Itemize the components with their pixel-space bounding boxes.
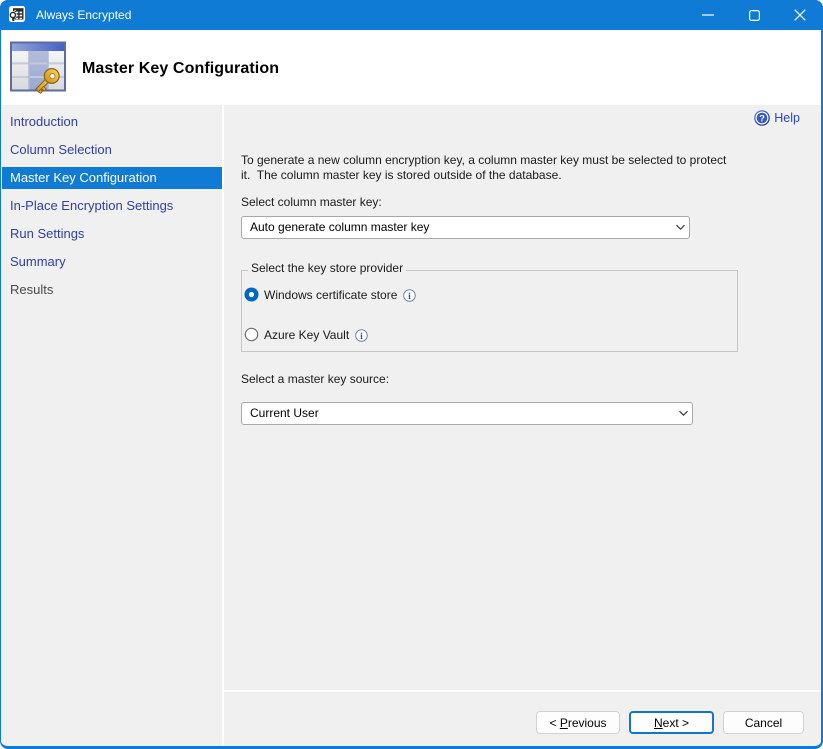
svg-text:?: ? [759, 114, 765, 125]
svg-text:i: i [360, 332, 363, 342]
svg-text:i: i [408, 292, 411, 302]
